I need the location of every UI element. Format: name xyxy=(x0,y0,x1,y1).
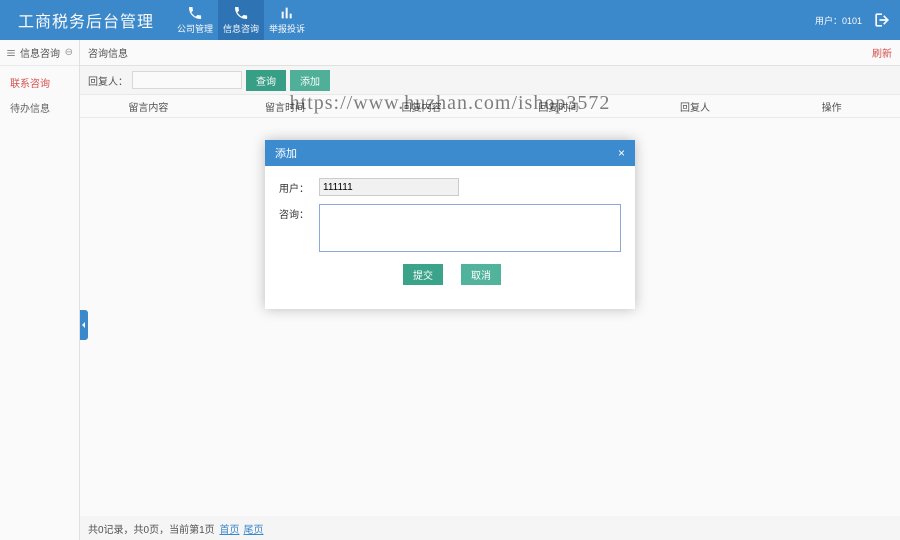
content-field-label: 咨询： xyxy=(279,204,319,221)
modal-title: 添加 xyxy=(275,145,297,161)
user-field xyxy=(319,178,459,196)
content-textarea[interactable] xyxy=(319,204,621,252)
add-modal: 添加 × 用户： 咨询： 提交 取消 xyxy=(265,140,635,309)
modal-header: 添加 × xyxy=(265,140,635,166)
cancel-button[interactable]: 取消 xyxy=(461,264,501,285)
close-icon[interactable]: × xyxy=(618,146,625,160)
user-field-label: 用户： xyxy=(279,178,319,195)
submit-button[interactable]: 提交 xyxy=(403,264,443,285)
